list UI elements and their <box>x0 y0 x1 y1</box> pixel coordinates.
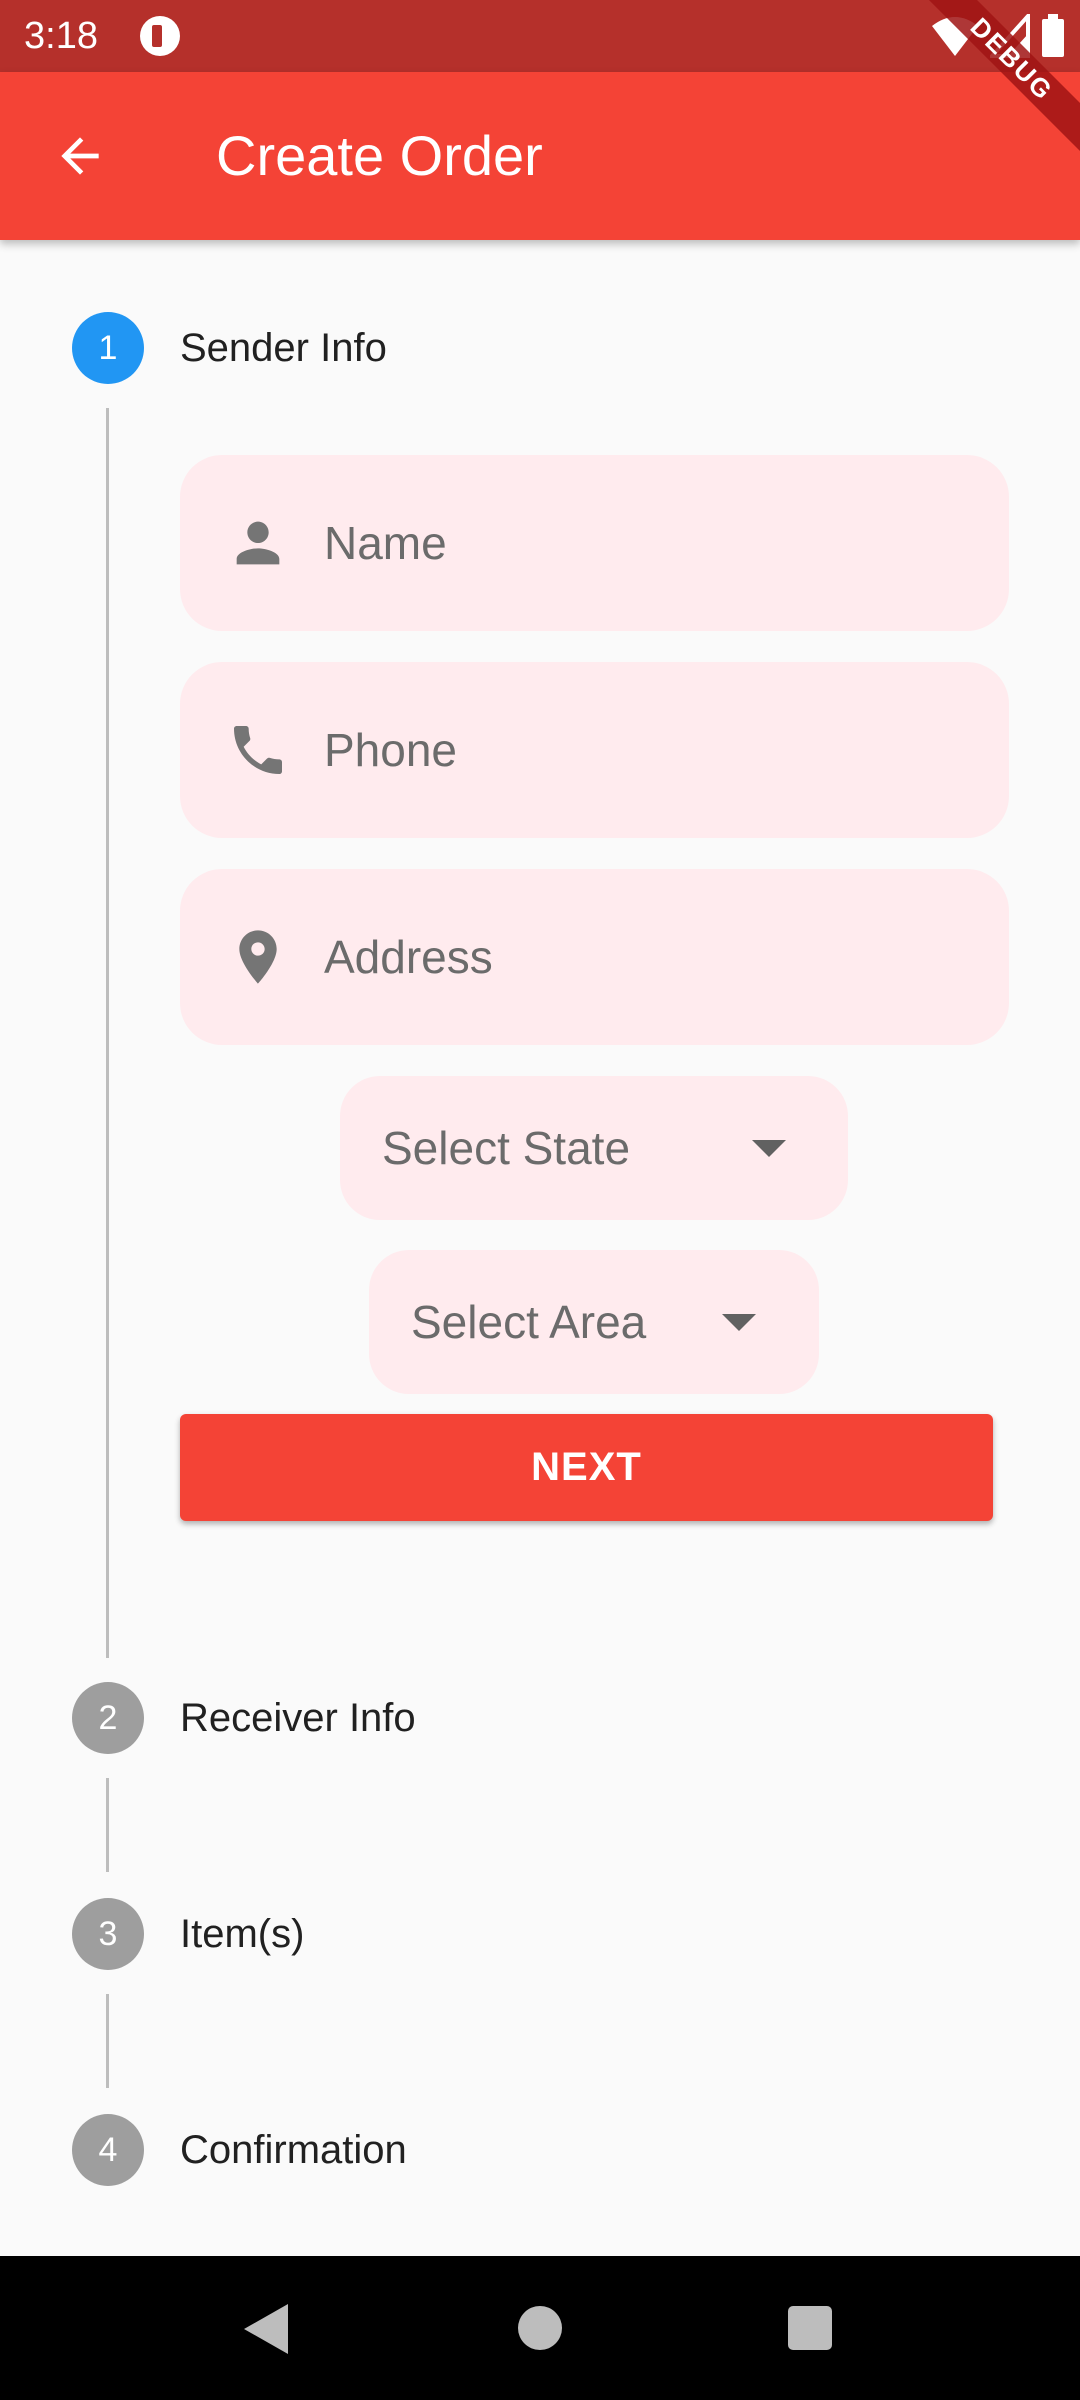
signal-icon <box>990 14 1030 58</box>
step-2-indicator[interactable]: 2 <box>72 1682 144 1754</box>
name-field[interactable]: Name <box>180 455 1009 631</box>
wifi-icon <box>932 17 978 56</box>
step-connector-3 <box>106 1994 109 2088</box>
state-dropdown-label: Select State <box>382 1122 631 1174</box>
step-2-title[interactable]: Receiver Info <box>180 1690 416 1746</box>
nav-recents-icon[interactable] <box>788 2306 832 2350</box>
step-4-indicator[interactable]: 4 <box>72 2114 144 2186</box>
phone-field[interactable]: Phone <box>180 662 1009 838</box>
step-3-title[interactable]: Item(s) <box>180 1906 304 1962</box>
address-placeholder: Address <box>324 931 493 983</box>
page-title: Create Order <box>216 124 543 187</box>
area-dropdown[interactable]: Select Area <box>369 1250 819 1394</box>
name-placeholder: Name <box>324 517 447 569</box>
nav-home-icon[interactable] <box>518 2306 562 2350</box>
status-icons <box>930 14 1066 58</box>
next-button[interactable]: NEXT <box>180 1414 993 1521</box>
step-connector-1 <box>106 408 109 1658</box>
step-connector-2 <box>106 1778 109 1872</box>
arrow-back-icon <box>61 137 99 175</box>
step-4-title[interactable]: Confirmation <box>180 2122 407 2178</box>
step-3-indicator[interactable]: 3 <box>72 1898 144 1970</box>
address-field[interactable]: Address <box>180 869 1009 1045</box>
step-1-title[interactable]: Sender Info <box>180 320 387 376</box>
dropdown-arrow-icon <box>752 1140 786 1157</box>
app-bar: Create Order <box>0 72 1080 240</box>
location-pin-icon <box>239 930 277 984</box>
person-icon <box>236 521 280 565</box>
step-1-indicator[interactable]: 1 <box>72 312 144 384</box>
back-button[interactable] <box>40 116 120 196</box>
status-time: 3:18 <box>24 15 98 57</box>
phone-icon <box>234 726 282 774</box>
area-dropdown-label: Select Area <box>411 1296 647 1348</box>
dropdown-arrow-icon <box>722 1314 756 1331</box>
state-dropdown[interactable]: Select State <box>340 1076 848 1220</box>
notification-app-icon <box>140 16 180 56</box>
status-bar: 3:18 <box>0 0 1080 72</box>
system-nav-bar <box>0 2256 1080 2400</box>
nav-back-icon[interactable] <box>244 2304 288 2354</box>
phone-placeholder: Phone <box>324 724 458 776</box>
battery-icon <box>1042 14 1064 57</box>
